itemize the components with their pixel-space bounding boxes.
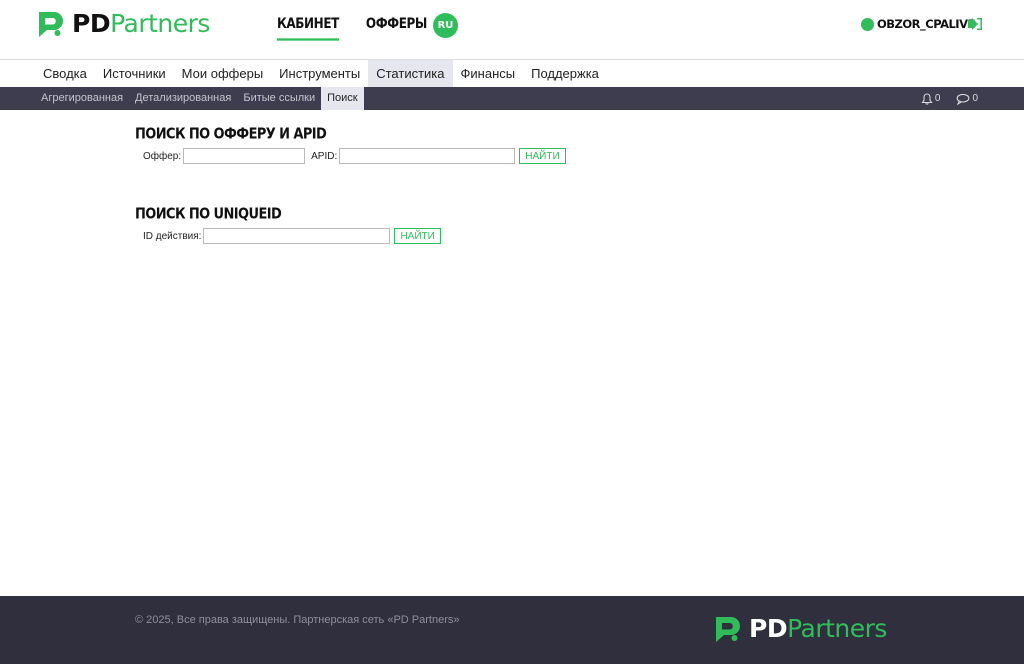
uniqueid-search-form: ID действия: НАЙТИ	[143, 228, 441, 244]
sub-menu: Агрегированная Детализированная Битые сс…	[0, 87, 1024, 110]
logo-pd: PD	[72, 9, 111, 38]
action-id-label: ID действия:	[143, 230, 202, 242]
logo-partners: Partners	[110, 9, 210, 38]
footer-logo-pd: PD	[749, 614, 788, 643]
logo-text: PDPartners	[72, 9, 210, 39]
menu-item-sources[interactable]: Источники	[95, 60, 174, 87]
username: OBZOR_CPALIVE	[877, 17, 975, 31]
apid-label: APID:	[311, 150, 338, 162]
menu-item-tools[interactable]: Инструменты	[271, 60, 368, 87]
chat-icon	[957, 93, 970, 105]
footer-logo-text: PDPartners	[749, 614, 887, 644]
online-status-dot	[861, 17, 874, 31]
submenu-item-detailed[interactable]: Детализированная	[129, 87, 237, 110]
offer-input[interactable]	[183, 148, 306, 164]
menu-item-summary[interactable]: Сводка	[35, 60, 95, 87]
footer-logo-partners: Partners	[787, 614, 887, 643]
uniqueid-search-title: ПОИСК ПО UNIQUEID	[135, 206, 282, 224]
main-menu: Сводка Источники Мои офферы Инструменты …	[0, 60, 1024, 87]
footer: © 2025, Все права защищены. Партнерская …	[0, 596, 1024, 664]
top-header: PDPartners КАБИНЕТ ОФФЕРЫ RU OBZOR_CPALI…	[0, 0, 1024, 60]
action-id-input[interactable]	[203, 228, 391, 244]
offer-label: Оффер:	[143, 150, 182, 162]
top-nav-offers[interactable]: ОФФЕРЫ	[366, 15, 427, 40]
brand-logo[interactable]: PDPartners	[36, 8, 210, 40]
footer-copyright: © 2025, Все права защищены. Партнерская …	[135, 614, 460, 626]
top-nav-cabinet[interactable]: КАБИНЕТ	[277, 15, 339, 41]
logout-icon[interactable]	[967, 17, 983, 31]
submenu-item-search[interactable]: Поиск	[321, 87, 364, 110]
top-nav: КАБИНЕТ ОФФЕРЫ	[277, 15, 427, 41]
footer-logo-mark-icon	[716, 617, 740, 642]
sub-menu-indicators: 0 0	[921, 87, 978, 110]
messages-count: 0	[972, 93, 978, 104]
offer-search-button[interactable]: НАЙТИ	[519, 148, 566, 164]
submenu-item-aggregated[interactable]: Агрегированная	[35, 87, 129, 110]
uniqueid-search-button[interactable]: НАЙТИ	[394, 228, 441, 244]
apid-input[interactable]	[339, 148, 516, 164]
menu-item-support[interactable]: Поддержка	[523, 60, 607, 87]
logo-mark-icon	[39, 12, 63, 37]
language-switch[interactable]: RU	[433, 13, 458, 38]
menu-item-my-offers[interactable]: Мои офферы	[174, 60, 272, 87]
bell-icon	[921, 92, 933, 105]
offer-search-title: ПОИСК ПО ОФФЕРУ И APID	[135, 126, 327, 144]
messages-indicator[interactable]: 0	[956, 93, 978, 105]
menu-item-finance[interactable]: Финансы	[453, 60, 524, 87]
notifications-indicator[interactable]: 0	[921, 92, 941, 105]
user-profile[interactable]: OBZOR_CPALIVE	[861, 17, 975, 31]
offer-search-form: Оффер: APID: НАЙТИ	[143, 148, 566, 164]
notifications-count: 0	[934, 93, 941, 104]
submenu-item-broken-links[interactable]: Битые ссылки	[237, 87, 321, 110]
menu-item-statistics[interactable]: Статистика	[368, 60, 453, 87]
footer-logo[interactable]: PDPartners	[713, 614, 887, 644]
